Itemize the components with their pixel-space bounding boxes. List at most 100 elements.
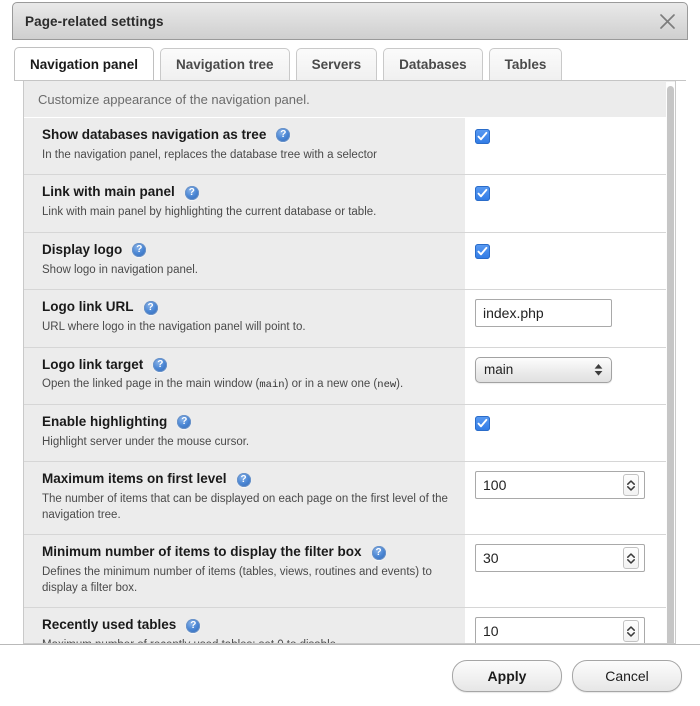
- stepper-maximum-items-on-first-level[interactable]: [623, 474, 639, 497]
- setting-label-cell: Minimum number of items to display the f…: [24, 534, 465, 608]
- setting-title-text: Enable highlighting: [42, 413, 168, 429]
- setting-label-cell: Logo link URL URL where logo in the navig…: [24, 289, 465, 348]
- setting-field-cell: [465, 174, 675, 233]
- dialog-titlebar: Page-related settings: [12, 2, 688, 40]
- setting-field-cell: [465, 118, 675, 175]
- setting-description: In the navigation panel, replaces the da…: [42, 148, 377, 161]
- setting-field-cell: [465, 231, 675, 290]
- setting-title-text: Link with main panel: [42, 184, 175, 200]
- setting-label-cell: Show databases navigation as tree In the …: [24, 118, 465, 175]
- tab-databases[interactable]: Databases: [383, 48, 483, 80]
- setting-description: URL where logo in the navigation panel w…: [42, 321, 306, 334]
- setting-description: Show logo in navigation panel.: [42, 263, 199, 276]
- setting-row: Link with main panel Link with main panel…: [24, 174, 675, 233]
- chevron-down-icon: [627, 558, 635, 564]
- setting-label-cell: Logo link target Open the linked page in …: [24, 346, 465, 405]
- tab-label: Navigation tree: [176, 57, 274, 72]
- settings-scrollbar-thumb[interactable]: [667, 86, 674, 643]
- setting-field-cell: [465, 289, 675, 348]
- setting-title: Show databases navigation as tree: [42, 127, 451, 144]
- setting-field-cell: [465, 534, 675, 608]
- checkbox-enable-highlighting[interactable]: [475, 415, 490, 431]
- setting-description: Highlight server under the mouse cursor.: [42, 435, 250, 448]
- help-icon[interactable]: [153, 357, 168, 372]
- setting-title-text: Logo link URL: [42, 299, 134, 315]
- setting-title: Link with main panel: [42, 184, 451, 201]
- help-icon[interactable]: [184, 185, 199, 200]
- checkbox-display-logo[interactable]: [475, 243, 490, 259]
- input-minimum-number-of-items-to-display-the-filter-box[interactable]: [476, 545, 623, 572]
- setting-title-text: Show databases navigation as tree: [42, 127, 267, 142]
- setting-row: Display logo Show logo in navigation pane…: [24, 231, 675, 290]
- setting-title: Maximum items on first level: [42, 471, 451, 488]
- help-icon[interactable]: [276, 127, 291, 143]
- setting-description: Open the linked page in the main window …: [42, 377, 451, 393]
- tab-label: Databases: [399, 57, 467, 72]
- stepper-recently-used-tables[interactable]: [623, 620, 639, 643]
- dialog-title: Page-related settings: [25, 13, 164, 29]
- help-icon[interactable]: [143, 300, 158, 315]
- setting-label-cell: Enable highlighting Highlight server unde…: [24, 403, 465, 462]
- setting-description: The number of items that can be displaye…: [42, 493, 448, 521]
- input-maximum-items-on-first-level[interactable]: [476, 472, 623, 499]
- setting-row: Maximum items on first level The number o…: [24, 461, 675, 535]
- setting-label-cell: Display logo Show logo in navigation pane…: [24, 231, 465, 290]
- settings-scrollbar[interactable]: [666, 82, 675, 643]
- select-value: main: [484, 362, 514, 378]
- setting-title-text: Display logo: [42, 241, 123, 257]
- tab-tables[interactable]: Tables: [488, 48, 563, 80]
- close-icon[interactable]: [655, 9, 679, 33]
- setting-title: Recently used tables: [42, 617, 451, 634]
- setting-description: Maximum number of recently used tables; …: [42, 638, 451, 643]
- checkbox-show-databases-navigation-as-tree[interactable]: [475, 129, 490, 144]
- setting-row: Logo link target Open the linked page in …: [24, 346, 675, 405]
- setting-description-text: Open the linked page in the main window …: [42, 378, 260, 391]
- setting-title: Minimum number of items to display the f…: [42, 544, 451, 561]
- setting-row: Logo link URL URL where logo in the navig…: [24, 289, 675, 348]
- setting-title: Enable highlighting: [42, 414, 451, 431]
- chevron-up-icon: [627, 625, 635, 631]
- help-icon[interactable]: [177, 414, 192, 430]
- input-logo-link-url[interactable]: [475, 299, 612, 328]
- select-logo-link-target[interactable]: main: [475, 356, 612, 383]
- cancel-button[interactable]: Cancel: [572, 659, 682, 692]
- setting-label-cell: Maximum items on first level The number o…: [24, 461, 465, 535]
- checkbox-link-with-main-panel[interactable]: [475, 186, 490, 202]
- navigation-panel-settings: Customize appearance of the navigation p…: [23, 81, 676, 644]
- page-related-settings-dialog: Page-related settings Navigation panel Na…: [0, 0, 700, 706]
- chevron-down-icon: [627, 631, 635, 637]
- apply-button[interactable]: Apply: [452, 659, 562, 692]
- setting-title-text: Maximum items on first level: [42, 471, 227, 487]
- setting-row: Recently used tables Maximum number of re…: [24, 607, 675, 643]
- setting-field-cell: main: [465, 346, 675, 405]
- stepper-minimum-number-of-items-to-display-the-filter-box[interactable]: [623, 547, 639, 570]
- help-icon[interactable]: [186, 618, 201, 633]
- setting-label-cell: Recently used tables Maximum number of re…: [24, 607, 465, 643]
- tab-servers[interactable]: Servers: [295, 48, 378, 80]
- setting-row: Minimum number of items to display the f…: [24, 534, 675, 608]
- setting-title: Logo link URL: [42, 299, 451, 316]
- setting-description-text: ) or in a new one (: [284, 378, 378, 391]
- chevron-up-icon: [627, 553, 635, 558]
- help-icon[interactable]: [236, 472, 251, 487]
- tab-label: Tables: [504, 57, 547, 72]
- help-icon[interactable]: [132, 242, 147, 258]
- number-field-minimum-number-of-items-to-display-the-filter-box: [475, 544, 645, 573]
- settings-content-area: Customize appearance of the navigation p…: [14, 80, 686, 644]
- setting-title-text: Logo link target: [42, 356, 144, 372]
- tab-navigation-panel[interactable]: Navigation panel: [14, 47, 155, 80]
- setting-description: Defines the minimum number of items (tab…: [42, 566, 432, 594]
- number-field-recently-used-tables: [475, 617, 645, 643]
- select-updown-icon: [593, 362, 603, 378]
- panel-caption: Customize appearance of the navigation p…: [24, 81, 675, 118]
- dialog-footer: Apply Cancel: [0, 644, 700, 706]
- input-recently-used-tables[interactable]: [476, 618, 623, 643]
- setting-title-text: Minimum number of items to display the f…: [42, 544, 362, 560]
- setting-field-cell: [465, 403, 675, 462]
- chevron-down-icon: [627, 485, 635, 491]
- help-icon[interactable]: [371, 545, 386, 560]
- tab-navigation-tree[interactable]: Navigation tree: [160, 48, 290, 80]
- setting-description-text: ).: [396, 378, 404, 391]
- tab-label: Servers: [311, 57, 362, 72]
- setting-field-cell: [465, 607, 675, 643]
